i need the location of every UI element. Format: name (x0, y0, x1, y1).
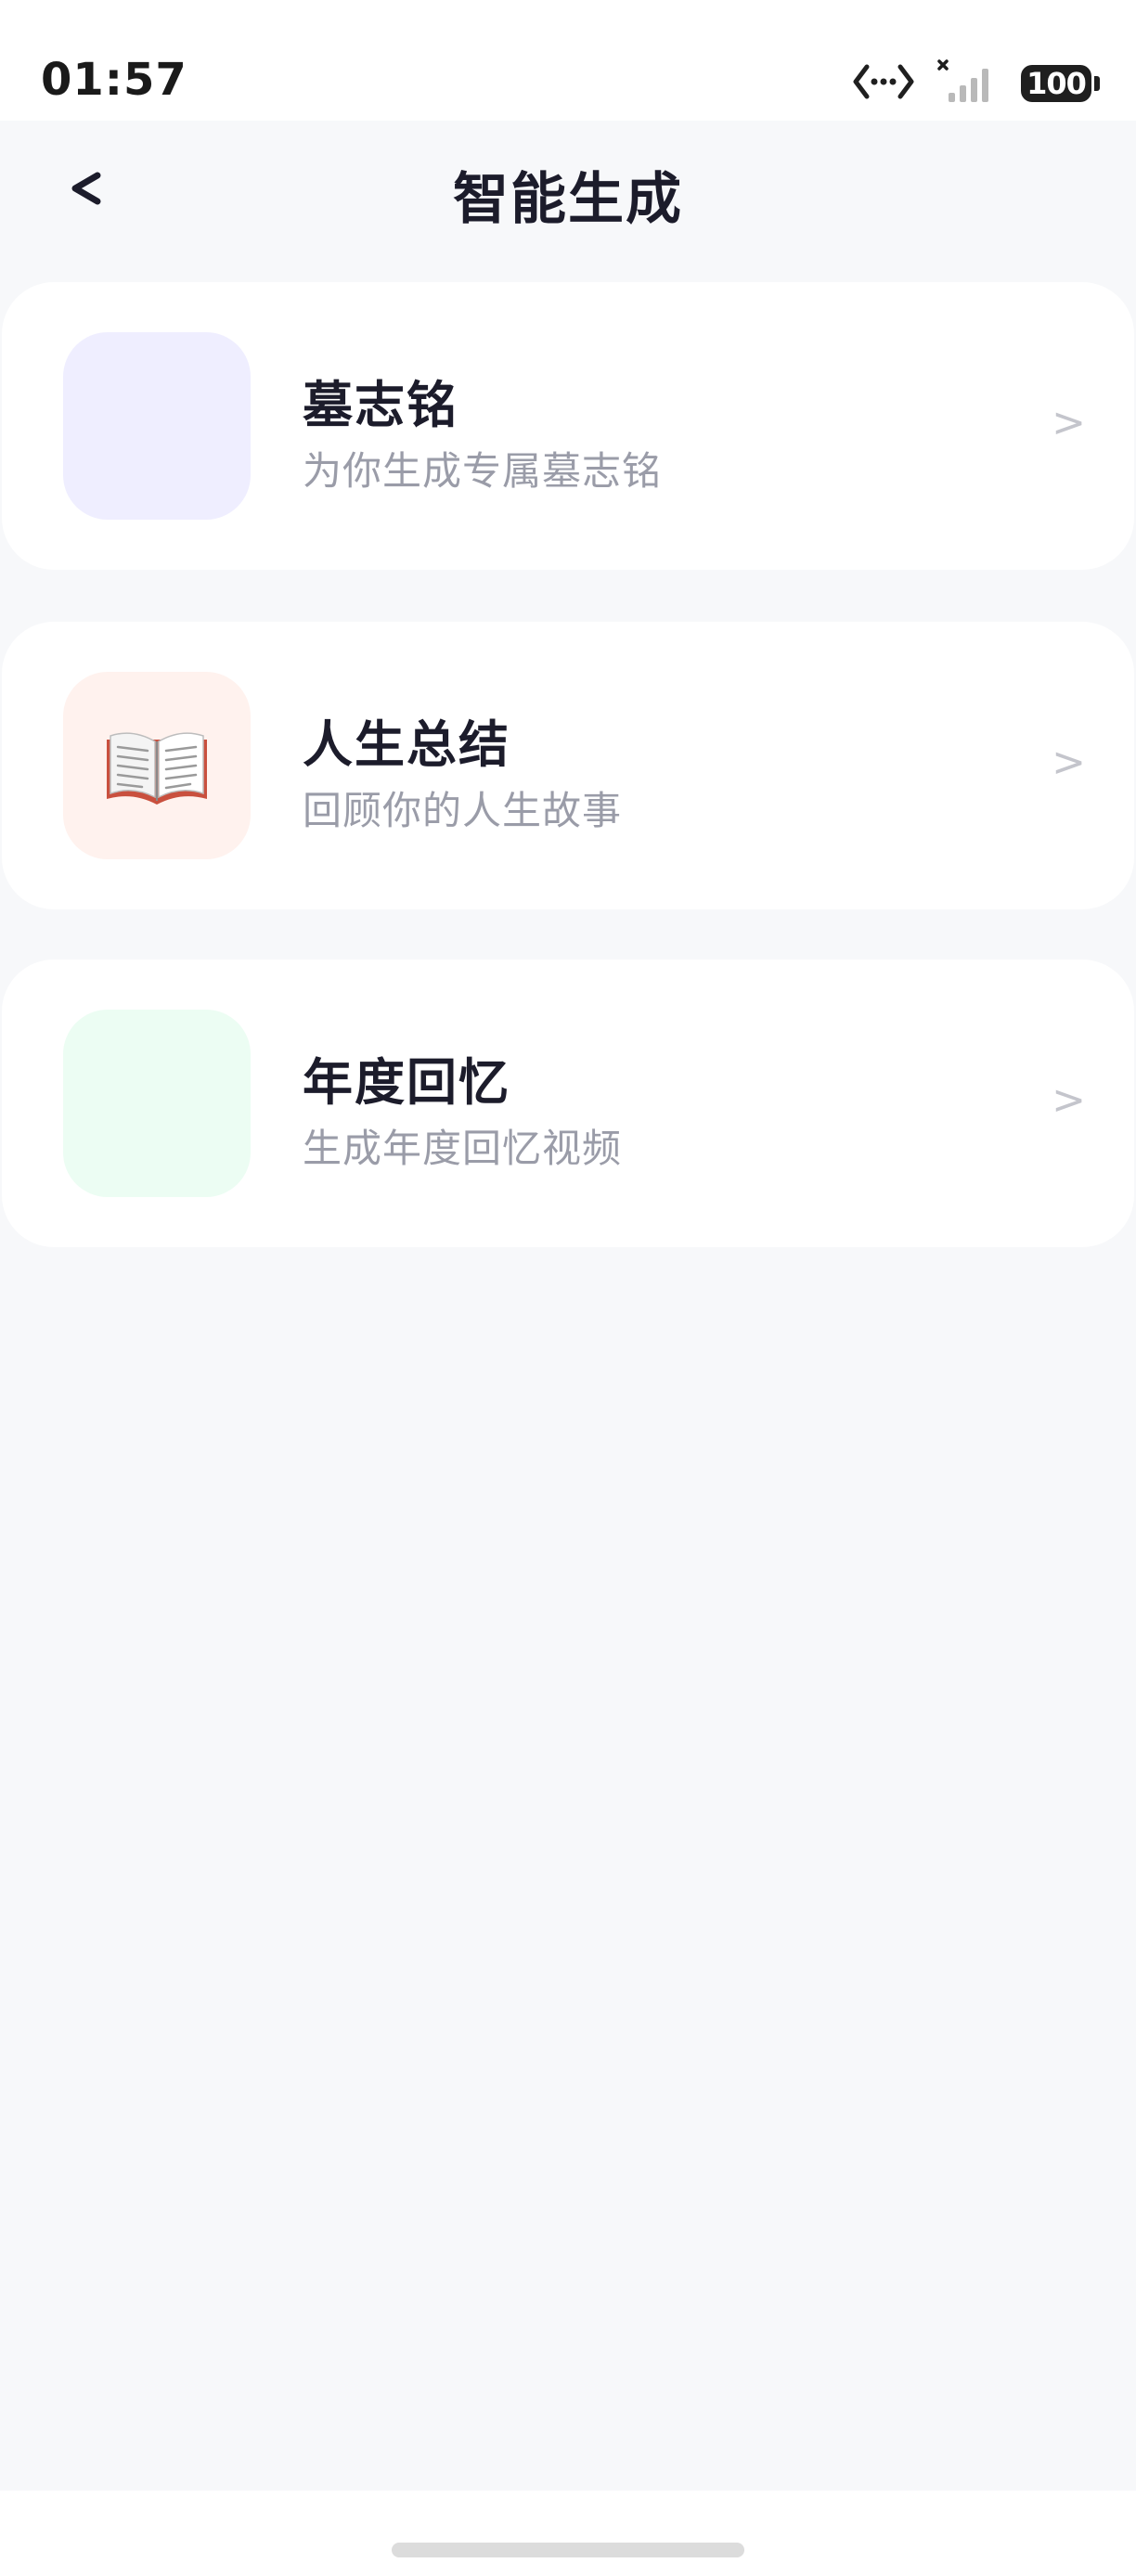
chevron-right-icon: > (1052, 1076, 1086, 1124)
card-subtitle: 生成年度回忆视频 (303, 1126, 623, 1171)
epitaph-icon-box (63, 332, 251, 520)
annual-memory-icon-box (63, 1010, 251, 1197)
page-title: 智能生成 (453, 167, 683, 232)
status-icons: 100 (852, 59, 1100, 108)
card-life-summary[interactable]: 人生总结 回顾你的人生故事 > (2, 622, 1134, 909)
status-time: 01:57 (41, 54, 187, 106)
status-bar: 01:57 100 (0, 0, 1136, 121)
screen: 01:57 100 智能生成 墓志铭 为你生成专属墓志铭 > 人生总结 回顾你的… (0, 0, 1136, 2576)
bottom-bar (0, 2491, 1136, 2576)
card-title: 人生总结 (303, 715, 510, 774)
card-title: 墓志铭 (303, 376, 458, 434)
card-subtitle: 为你生成专属墓志铭 (303, 448, 663, 494)
battery-icon: 100 (1021, 65, 1100, 102)
card-subtitle: 回顾你的人生故事 (303, 788, 623, 833)
signal-x-icon (936, 59, 1000, 108)
home-indicator[interactable] (392, 2543, 744, 2557)
open-book-icon (107, 732, 207, 805)
card-epitaph[interactable]: 墓志铭 为你生成专属墓志铭 > (2, 282, 1134, 570)
chevron-right-icon: > (1052, 739, 1086, 786)
header: 智能生成 (0, 121, 1136, 260)
chevron-right-icon: > (1052, 399, 1086, 446)
card-annual-memory[interactable]: 年度回忆 生成年度回忆视频 > (2, 960, 1134, 1247)
data-transfer-icon (852, 61, 915, 106)
life-summary-icon-box (63, 672, 251, 859)
card-title: 年度回忆 (303, 1053, 510, 1112)
